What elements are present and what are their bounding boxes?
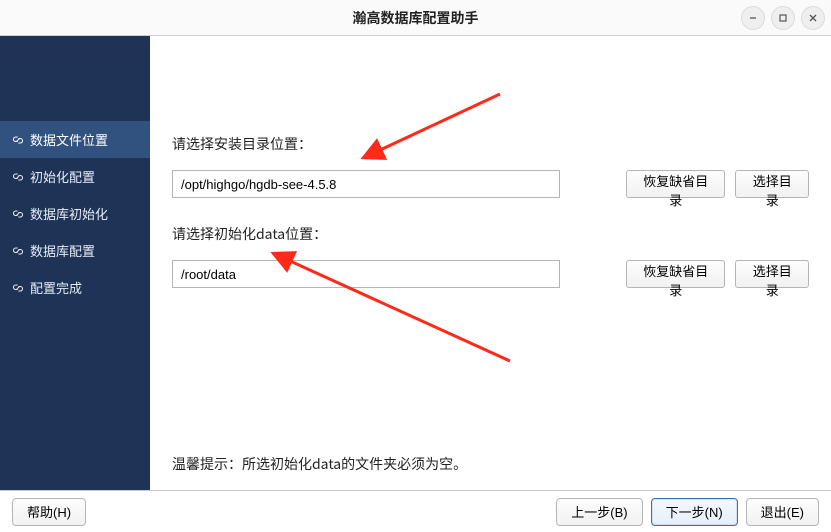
data-dir-label: 请选择初始化data位置：: [172, 224, 809, 244]
hint-text: 温馨提示：所选初始化data的文件夹必须为空。: [172, 454, 467, 474]
link-icon: [12, 208, 24, 220]
link-icon: [12, 245, 24, 257]
content-pane: 请选择安装目录位置： 恢复缺省目录 选择目录 请选择初始化data位置： 恢复缺…: [150, 36, 831, 490]
sidebar-item-done[interactable]: 配置完成: [0, 269, 150, 306]
close-button[interactable]: [801, 6, 825, 30]
window-controls: [741, 6, 825, 30]
minimize-button[interactable]: [741, 6, 765, 30]
install-dir-choose-button[interactable]: 选择目录: [735, 170, 809, 198]
help-button[interactable]: 帮助(H): [12, 498, 86, 526]
sidebar-item-db-init[interactable]: 数据库初始化: [0, 195, 150, 232]
next-button[interactable]: 下一步(N): [651, 498, 738, 526]
sidebar-item-db-config[interactable]: 数据库配置: [0, 232, 150, 269]
sidebar-item-label: 数据文件位置: [30, 130, 108, 149]
window-title: 瀚高数据库配置助手: [0, 8, 831, 28]
install-dir-restore-button[interactable]: 恢复缺省目录: [626, 170, 725, 198]
sidebar-item-init-config[interactable]: 初始化配置: [0, 158, 150, 195]
install-dir-input[interactable]: [172, 170, 560, 198]
titlebar: 瀚高数据库配置助手: [0, 0, 831, 36]
install-dir-label: 请选择安装目录位置：: [172, 134, 809, 154]
data-dir-input[interactable]: [172, 260, 560, 288]
main-body: 数据文件位置初始化配置数据库初始化数据库配置配置完成 请选择安装目录位置： 恢复…: [0, 36, 831, 490]
sidebar-item-data-location[interactable]: 数据文件位置: [0, 121, 150, 158]
footer: 帮助(H) 上一步(B) 下一步(N) 退出(E): [0, 490, 831, 532]
prev-button[interactable]: 上一步(B): [556, 498, 642, 526]
link-icon: [12, 171, 24, 183]
link-icon: [12, 282, 24, 294]
install-dir-row: 恢复缺省目录 选择目录: [172, 170, 809, 198]
data-dir-restore-button[interactable]: 恢复缺省目录: [626, 260, 725, 288]
sidebar-item-label: 数据库配置: [30, 241, 95, 260]
sidebar-item-label: 配置完成: [30, 278, 82, 297]
exit-button[interactable]: 退出(E): [746, 498, 819, 526]
sidebar-item-label: 初始化配置: [30, 167, 95, 186]
sidebar: 数据文件位置初始化配置数据库初始化数据库配置配置完成: [0, 36, 150, 490]
data-dir-row: 恢复缺省目录 选择目录: [172, 260, 809, 288]
maximize-button[interactable]: [771, 6, 795, 30]
data-dir-choose-button[interactable]: 选择目录: [735, 260, 809, 288]
sidebar-item-label: 数据库初始化: [30, 204, 108, 223]
data-dir-group: 请选择初始化data位置： 恢复缺省目录 选择目录: [172, 224, 809, 288]
link-icon: [12, 134, 24, 146]
install-dir-group: 请选择安装目录位置： 恢复缺省目录 选择目录: [172, 134, 809, 198]
